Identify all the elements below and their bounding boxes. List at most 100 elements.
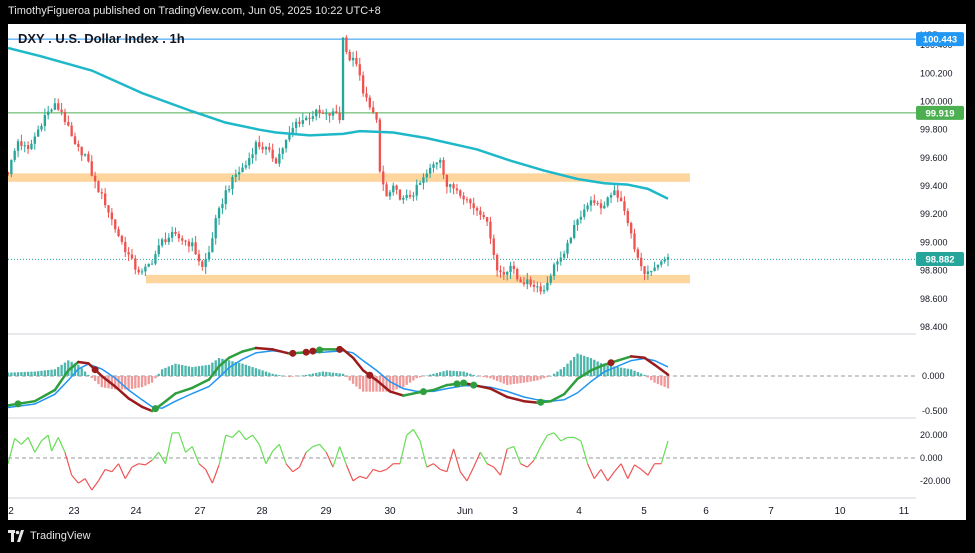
histogram-bar [529,376,532,382]
candle-body [345,37,348,52]
candle-body [30,143,33,150]
histogram-bar [194,366,197,376]
momentum-line-segment [211,464,220,484]
x-tick-label: 29 [320,506,332,517]
histogram-bar [241,363,244,376]
histogram-bar [184,365,187,376]
histogram-bar [445,370,449,376]
chart-area[interactable]: 2 23 24 27 28 29 30 Jun 3 4 5 6 7 10 11 [6,24,916,520]
candle-body [619,197,623,202]
cross-up-dot [537,398,545,406]
candle-body [36,129,40,137]
histogram-bar [291,376,294,377]
candle-body [512,265,516,270]
candle-body [599,203,603,209]
price-tick-label: 100.000 [920,97,953,107]
candle-body [120,236,124,242]
histogram-bar [660,376,663,386]
candle-body [552,264,556,276]
histogram-bar [452,370,455,376]
price-tick-label: 99.200 [920,209,948,219]
candle-body [398,189,402,200]
momentum-line-segment [520,463,528,468]
candle-body [258,142,261,147]
histogram-bar [536,376,539,381]
histogram-bar [231,361,234,376]
candle-body [646,271,650,274]
candle-body [201,261,204,267]
candle-body [495,254,499,271]
candle-body [656,264,660,268]
candle-body [154,254,157,264]
momentum-line-segment [573,436,582,442]
candle-body [261,146,264,150]
cross-down-dot [336,345,344,353]
histogram-bar [502,376,506,384]
candle-body [80,146,83,156]
candle-body [569,237,573,243]
tradingview-logo-icon [8,530,24,542]
histogram-bar [472,374,475,376]
momentum-line-segment [352,475,361,482]
x-tick-label: 7 [768,506,774,517]
cross-up-dot [151,405,159,413]
candle-body [415,184,418,196]
candle-body [475,208,479,211]
candle-body [43,114,47,127]
histogram-bar [475,376,479,377]
candle-body [40,126,43,130]
histogram-bar [47,370,50,376]
momentum-line-segment [553,432,562,442]
candle-body [653,267,656,272]
candle-body [294,121,298,128]
histogram-bar [53,369,57,376]
momentum-line-segment [104,468,113,473]
histogram-bar [485,376,489,378]
histogram-bar [258,369,261,376]
candle-body [127,252,130,255]
candle-body [666,257,670,260]
cross-up-dot [14,400,22,408]
candle-body [144,266,147,272]
histogram-bar [80,368,83,376]
histogram-bar [512,376,516,385]
candle-body [609,195,613,198]
oscillator-line-segment [191,378,211,390]
chart-svg: 2 23 24 27 28 29 30 Jun 3 4 5 6 7 10 11 [6,35,916,517]
candle-body [536,286,539,288]
candle-body [556,261,559,265]
histogram-bar [16,372,20,376]
candle-body [439,160,442,163]
momentum-line-segment [178,432,187,453]
momentum-line-segment [600,469,609,482]
price-axis[interactable]: USD100.400100.200100.00099.80099.60099.4… [916,24,966,520]
candle-body [124,241,127,253]
candle-body [338,113,341,121]
momentum-line-segment [232,430,240,438]
histogram-bar [616,367,619,376]
oscillator-line-segment [341,348,355,360]
momentum-line-segment [84,478,93,491]
histogram-bar [43,370,47,376]
candle-body [502,272,506,275]
histogram-bar [281,375,284,377]
candle-body [445,174,449,187]
candle-body [177,233,181,239]
candle-body [184,240,187,242]
momentum-line-segment [97,469,106,482]
candle-body [234,174,237,177]
histogram-bar [539,376,542,380]
candle-body [197,254,201,262]
histogram-bar [479,376,482,377]
histogram-bar [90,376,93,378]
momentum-line-segment [151,451,160,461]
momentum-line-segment [453,448,461,472]
candle-body [412,195,415,197]
candle-body [472,203,475,209]
histogram-bar [643,374,646,376]
candle-body [70,125,73,137]
oscillator-line-segment [67,360,80,372]
candle-body [559,257,562,262]
histogram-bar [395,376,398,390]
x-tick-label: 27 [194,506,206,517]
